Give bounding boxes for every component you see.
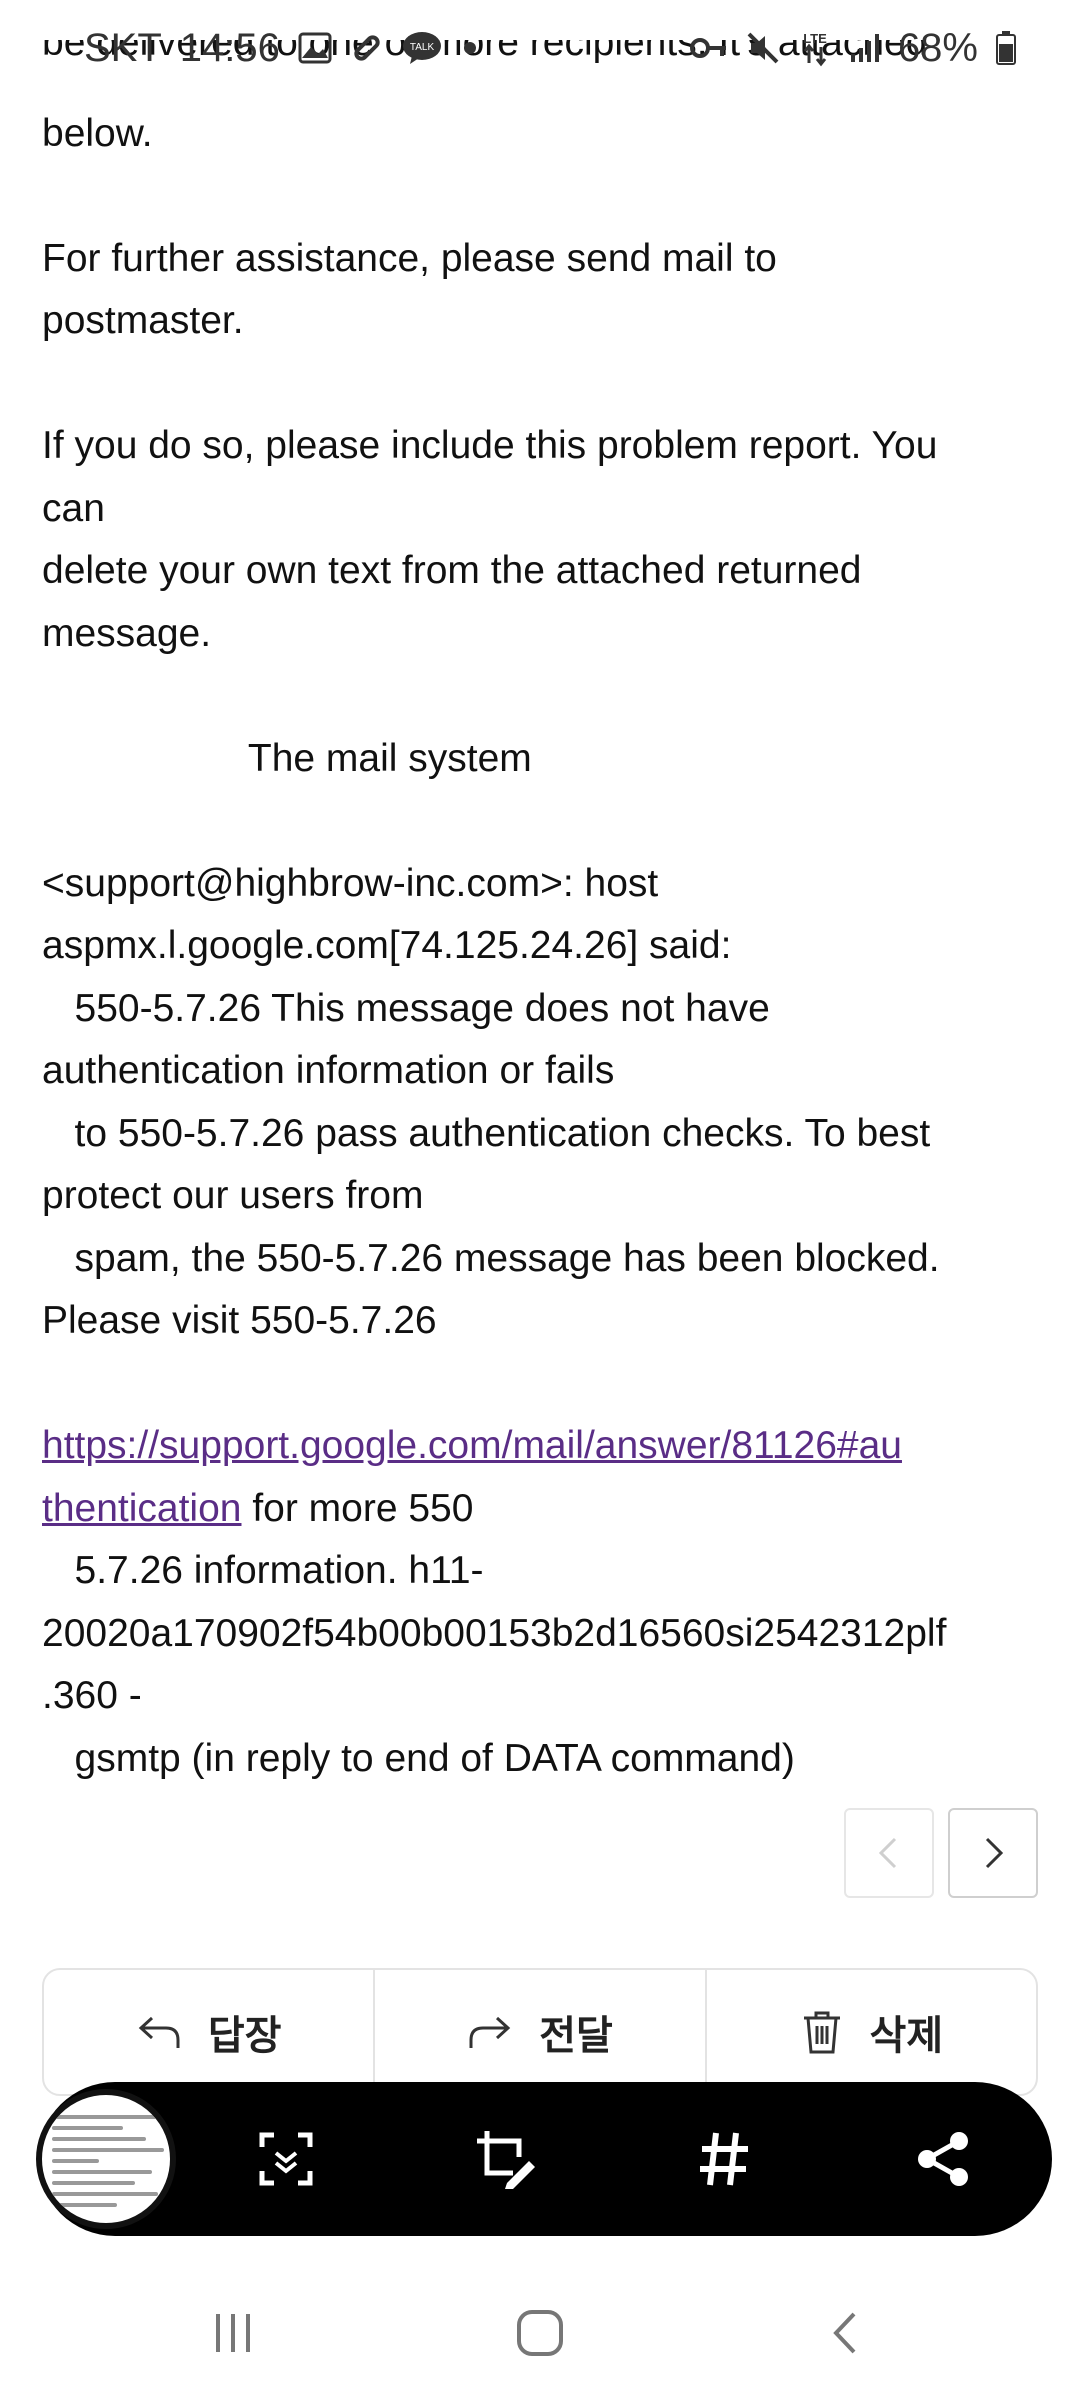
next-message-button[interactable] (948, 1808, 1038, 1898)
talk-icon: TALK (402, 31, 442, 65)
signal-icon (850, 32, 880, 64)
screenshot-thumbnail[interactable] (36, 2089, 176, 2229)
status-bar: SKT 14:56 TALK LTE 68% (0, 0, 1080, 96)
dot-icon (460, 38, 480, 58)
hashtag-icon (699, 2132, 748, 2186)
link-line: https://support.google.com/mail/answer/8… (42, 1415, 1042, 1478)
support-link[interactable]: https://support.google.com/mail/answer/8… (42, 1424, 902, 1467)
gallery-icon (298, 32, 332, 64)
email-line: can (42, 486, 105, 530)
mail-action-bar: 답장 전달 삭제 (42, 1968, 1038, 2096)
email-line: 550-5.7.26 This message does not have (42, 986, 770, 1030)
share-icon (917, 2132, 968, 2186)
home-icon (516, 2309, 563, 2356)
svg-text:TALK: TALK (410, 42, 435, 53)
crop-edit-button[interactable] (395, 2127, 614, 2191)
system-nav-bar (0, 2270, 1080, 2400)
delete-button[interactable]: 삭제 (707, 1970, 1036, 2094)
email-line: delete your own text from the attached r… (42, 549, 862, 592)
email-line: If you do so, please include this proble… (42, 424, 938, 467)
status-left: SKT 14:56 TALK (84, 26, 480, 71)
svg-text:LTE: LTE (803, 31, 827, 46)
previous-message-button[interactable] (844, 1808, 934, 1898)
email-line: spam, the 550-5.7.26 message has been bl… (42, 1236, 940, 1280)
email-line: <support@highbrow-inc.com>: host (42, 861, 659, 905)
support-link-cont[interactable]: thentication (42, 1487, 241, 1530)
forward-icon (469, 2016, 511, 2048)
clock: 14:56 (179, 25, 280, 70)
email-tail: 5.7.26 information. h11- 20020a170902f54b… (42, 1540, 1042, 1790)
scroll-capture-button[interactable] (176, 2129, 395, 2189)
thumbnail-preview (52, 2115, 170, 2214)
link-icon (350, 31, 384, 65)
email-line: For further assistance, please send mail… (42, 236, 777, 280)
back-button[interactable] (822, 2308, 872, 2363)
hashtag-button[interactable] (614, 2129, 833, 2189)
email-line: to 550-5.7.26 pass authentication checks… (42, 1111, 931, 1155)
status-right: LTE 68% (689, 25, 1016, 71)
email-line: The mail system (42, 736, 532, 780)
back-icon (833, 2312, 856, 2353)
email-line: postmaster. (42, 299, 244, 342)
screenshot-toolbar (36, 2082, 1052, 2236)
email-body: be delivered to one or more recipients. … (42, 40, 1042, 1790)
email-line: 20020a170902f54b00b00153b2d16560si254231… (42, 1611, 947, 1655)
crop-edit-icon (476, 2131, 535, 2189)
email-line: protect our users from (42, 1174, 424, 1217)
chevron-right-icon (985, 1837, 1004, 1869)
email-line: below. (42, 111, 153, 155)
recent-apps-icon (215, 2313, 250, 2352)
link-line-2: thentication for more 550 (42, 1486, 474, 1530)
message-pager (844, 1808, 1038, 1898)
forward-button[interactable]: 전달 (375, 1970, 707, 2094)
email-line: 5.7.26 information. h11- (42, 1549, 484, 1592)
recent-apps-button[interactable] (208, 2308, 258, 2363)
email-text: below. For further assistance, please sen… (42, 103, 1042, 1416)
email-line: authentication information or fails (42, 1049, 615, 1092)
email-line: aspmx.l.google.com[74.125.24.26] said: (42, 924, 732, 967)
battery-icon (996, 31, 1016, 65)
carrier: SKT (84, 25, 162, 70)
email-line: .360 - (42, 1674, 142, 1717)
lte-icon: LTE (798, 29, 832, 67)
trash-icon (803, 2011, 840, 2054)
reply-button[interactable]: 답장 (44, 1970, 376, 2094)
email-line: message. (42, 611, 212, 655)
scroll-capture-icon (259, 2132, 312, 2186)
mute-icon (746, 31, 780, 65)
reply-icon (138, 2016, 180, 2048)
home-button[interactable] (513, 2306, 567, 2365)
vpn-key-icon (689, 35, 728, 61)
share-button[interactable] (833, 2129, 1052, 2189)
battery-percent: 68% (897, 25, 978, 70)
email-line: Please visit 550-5.7.26 (42, 1299, 437, 1342)
chevron-left-icon (878, 1837, 897, 1869)
email-line: gsmtp (in reply to end of DATA command) (42, 1736, 795, 1780)
